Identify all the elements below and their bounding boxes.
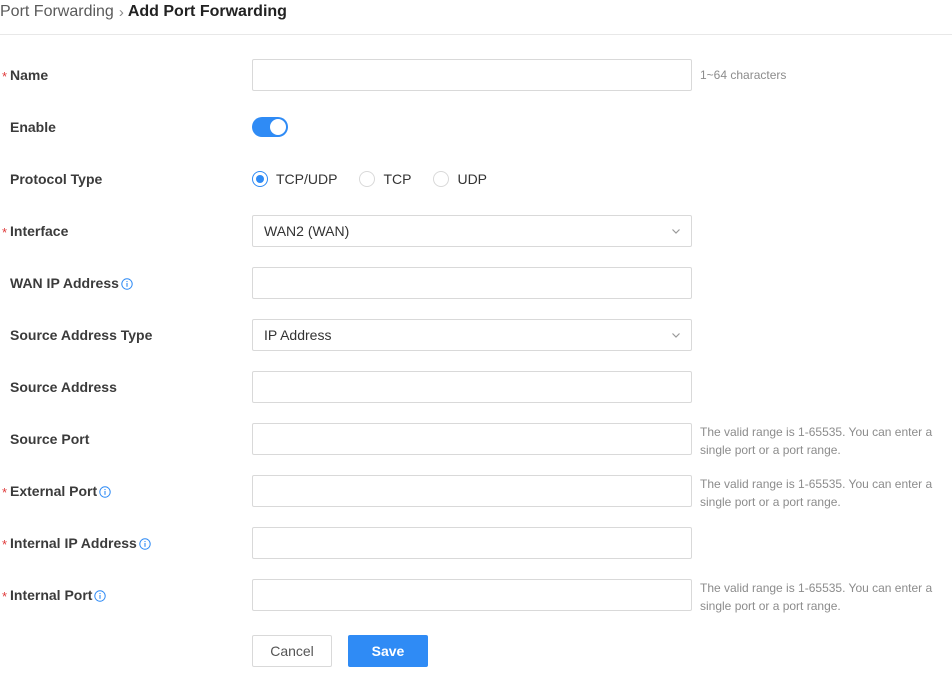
internal-port-input[interactable] — [252, 579, 692, 611]
chevron-down-icon — [672, 333, 680, 338]
required-marker: * — [2, 484, 8, 500]
source-address-input[interactable] — [252, 371, 692, 403]
interface-select[interactable]: WAN2 (WAN) — [252, 215, 692, 247]
source-address-type-select[interactable]: IP Address — [252, 319, 692, 351]
internal-ip-input[interactable] — [252, 527, 692, 559]
radio-udp[interactable]: UDP — [433, 171, 487, 187]
wan-ip-input[interactable] — [252, 267, 692, 299]
info-icon[interactable] — [139, 537, 151, 550]
page-title: Add Port Forwarding — [127, 3, 287, 20]
chevron-down-icon — [672, 229, 680, 234]
required-marker: * — [2, 588, 8, 604]
radio-label: TCP — [383, 171, 412, 187]
wan-ip-label: WAN IP Address — [10, 267, 133, 299]
save-button[interactable]: Save — [348, 635, 428, 667]
internal-ip-label-text: Internal IP Address — [10, 535, 137, 551]
protocol-radio-group: TCP/UDP TCP UDP — [252, 163, 509, 195]
hint-line: The valid range is 1-65535. You can ente… — [700, 477, 933, 491]
internal-ip-row: * Internal IP Address — [0, 527, 952, 559]
radio-label: TCP/UDP — [276, 171, 338, 187]
source-port-hint: The valid range is 1-65535. You can ente… — [700, 423, 945, 459]
external-port-input[interactable] — [252, 475, 692, 507]
breadcrumb-parent-link[interactable]: Port Forwarding — [0, 3, 114, 21]
header-divider — [0, 34, 952, 35]
enable-toggle[interactable] — [252, 117, 288, 137]
info-icon[interactable] — [99, 485, 111, 498]
wan-ip-label-text: WAN IP Address — [10, 275, 119, 291]
source-port-label: Source Port — [10, 431, 90, 447]
info-icon[interactable] — [121, 277, 133, 290]
name-row: * Name 1~64 characters — [0, 59, 952, 91]
external-port-row: * External Port The valid range is 1-655… — [0, 475, 952, 509]
internal-port-label: Internal Port — [10, 579, 107, 611]
internal-port-label-text: Internal Port — [10, 587, 93, 603]
radio-label: UDP — [457, 171, 488, 187]
hint-line: The valid range is 1-65535. You can ente… — [700, 581, 933, 595]
hint-line: single port or a port range. — [700, 599, 841, 613]
required-marker: * — [2, 68, 8, 84]
hint-line: single port or a port range. — [700, 443, 841, 457]
info-icon[interactable] — [94, 589, 107, 602]
source-address-label: Source Address — [10, 379, 117, 395]
external-port-label: External Port — [10, 475, 111, 507]
required-marker: * — [2, 536, 8, 552]
radio-tcp[interactable]: TCP — [359, 171, 411, 187]
source-address-type-row: Source Address Type IP Address — [0, 319, 952, 351]
interface-row: * Interface WAN2 (WAN) — [0, 215, 952, 247]
breadcrumb-separator: › — [118, 3, 124, 21]
radio-unchecked-icon — [433, 171, 450, 187]
source-port-row: Source Port The valid range is 1-65535. … — [0, 423, 952, 457]
name-label: Name — [10, 67, 49, 83]
required-marker: * — [2, 224, 8, 240]
external-port-label-text: External Port — [10, 483, 98, 499]
radio-tcp-udp[interactable]: TCP/UDP — [252, 171, 337, 187]
radio-unchecked-icon — [359, 171, 376, 187]
enable-row: Enable — [0, 111, 952, 143]
toggle-knob — [270, 119, 286, 135]
protocol-label: Protocol Type — [10, 171, 103, 187]
internal-port-row: * Internal Port The valid range is 1-655… — [0, 579, 952, 613]
external-port-hint: The valid range is 1-65535. You can ente… — [700, 475, 945, 511]
source-address-type-value: IP Address — [264, 327, 332, 343]
hint-line: single port or a port range. — [700, 495, 841, 509]
interface-select-value: WAN2 (WAN) — [264, 223, 350, 239]
source-address-type-label: Source Address Type — [10, 327, 153, 343]
source-port-input[interactable] — [252, 423, 692, 455]
name-hint: 1~64 characters — [700, 68, 787, 82]
name-input[interactable] — [252, 59, 692, 91]
radio-checked-icon — [252, 171, 268, 187]
wan-ip-row: WAN IP Address — [0, 267, 952, 299]
internal-port-hint: The valid range is 1-65535. You can ente… — [700, 579, 945, 615]
interface-label: Interface — [10, 223, 69, 239]
breadcrumb: Port Forwarding › Add Port Forwarding — [0, 0, 287, 24]
hint-line: The valid range is 1-65535. You can ente… — [700, 425, 933, 439]
protocol-row: Protocol Type TCP/UDP TCP UDP — [0, 163, 952, 195]
enable-label: Enable — [10, 119, 56, 135]
internal-ip-label: Internal IP Address — [10, 527, 151, 559]
cancel-button[interactable]: Cancel — [252, 635, 332, 667]
source-address-row: Source Address — [0, 371, 952, 403]
